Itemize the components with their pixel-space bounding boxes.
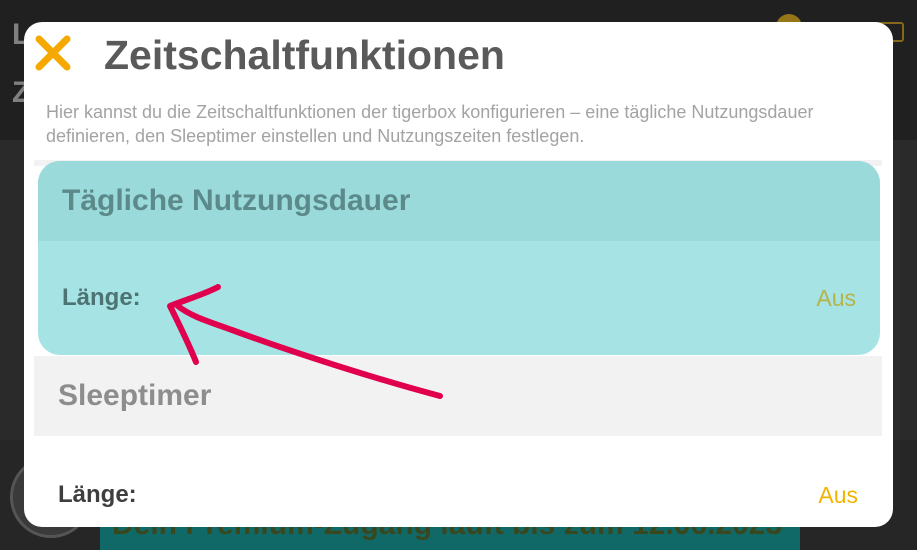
section-daily-usage: Tägliche Nutzungsdauer Länge: Aus <box>38 161 880 355</box>
dialog-description: Hier kannst du die Zeitschaltfunktionen … <box>46 102 814 146</box>
section-title-sleeptimer: Sleeptimer <box>34 356 882 436</box>
section-sleeptimer: Sleeptimer Länge: Aus <box>34 356 882 527</box>
section-title-daily-usage: Tägliche Nutzungsdauer <box>38 161 880 241</box>
close-icon <box>35 35 71 71</box>
dialog-header: Zeitschaltfunktionen <box>24 22 893 97</box>
dialog-title: Zeitschaltfunktionen <box>104 32 505 78</box>
close-button[interactable] <box>32 32 74 74</box>
daily-usage-length-label: Länge: <box>62 284 141 311</box>
daily-usage-length-value: Aus <box>816 284 856 311</box>
sleeptimer-length-value: Aus <box>818 481 858 508</box>
sleeptimer-length-label: Länge: <box>58 481 137 508</box>
sleeptimer-length-row[interactable]: Länge: Aus <box>34 436 882 527</box>
time-functions-dialog: Zeitschaltfunktionen Hier kannst du die … <box>24 22 893 527</box>
daily-usage-length-row[interactable]: Länge: Aus <box>38 241 880 355</box>
